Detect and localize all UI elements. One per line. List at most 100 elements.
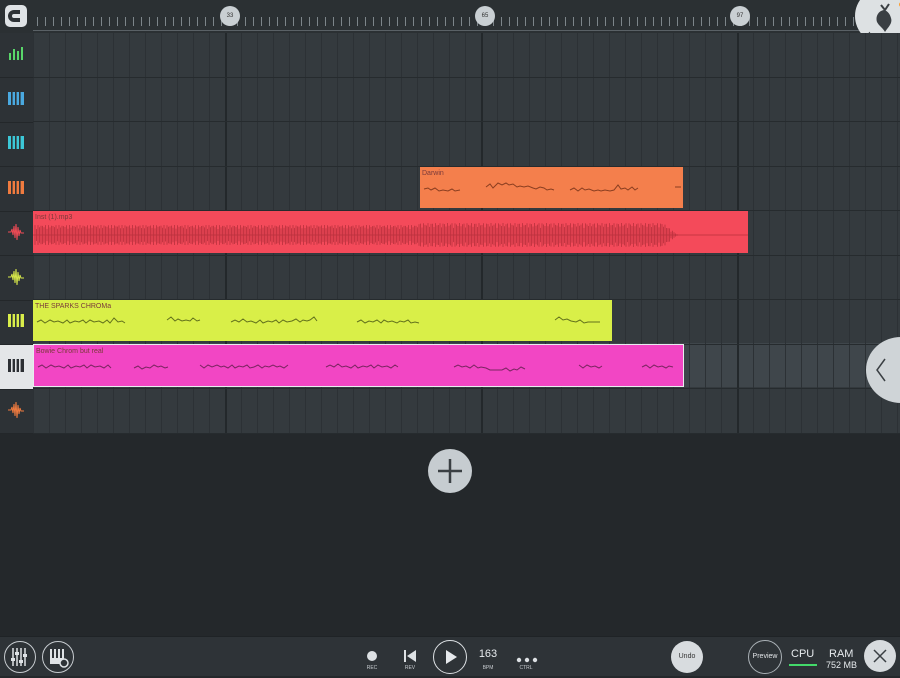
track-header[interactable] bbox=[0, 33, 33, 78]
track-header[interactable] bbox=[0, 167, 33, 212]
pattern-clip[interactable]: Darwin bbox=[420, 167, 683, 208]
ruler-tick bbox=[197, 17, 198, 26]
keys-settings-icon bbox=[50, 649, 69, 668]
ruler-tick bbox=[669, 17, 670, 26]
audio-waveform-icon bbox=[8, 401, 24, 419]
ruler-tick bbox=[645, 17, 646, 26]
skip-back-icon bbox=[404, 650, 416, 662]
add-track-button[interactable] bbox=[428, 449, 472, 493]
tempo-value[interactable]: 163 bbox=[472, 648, 504, 660]
track-header[interactable] bbox=[0, 122, 33, 167]
ruler-tick bbox=[277, 17, 278, 26]
timeline-ruler[interactable]: 33 65 97 bbox=[0, 0, 900, 33]
audio-waveform-icon bbox=[8, 268, 24, 285]
ruler-tick bbox=[469, 17, 470, 26]
plus-icon bbox=[438, 459, 462, 483]
ruler-tick bbox=[717, 17, 718, 26]
ruler-tick bbox=[613, 17, 614, 26]
ruler-tick bbox=[757, 17, 758, 26]
ruler-tick bbox=[365, 17, 366, 26]
ruler-tick bbox=[565, 17, 566, 26]
ruler-tick bbox=[509, 17, 510, 26]
more-controls-button[interactable] bbox=[516, 651, 538, 663]
ruler-tick bbox=[157, 17, 158, 26]
tempo-label: BPM bbox=[482, 665, 494, 671]
rewind-button[interactable] bbox=[403, 649, 417, 663]
ruler-tick bbox=[829, 17, 830, 26]
track-header[interactable] bbox=[0, 256, 33, 301]
ruler-tick bbox=[437, 17, 438, 26]
track-header[interactable] bbox=[0, 211, 33, 256]
close-button[interactable] bbox=[864, 640, 896, 672]
ruler-tick bbox=[789, 17, 790, 26]
mixer-button[interactable] bbox=[4, 641, 36, 673]
bar-marker[interactable]: 65 bbox=[475, 6, 495, 26]
ruler-tick bbox=[445, 17, 446, 26]
pattern-clip[interactable]: THE SPARKS CHROMa bbox=[33, 300, 612, 341]
ruler-tick bbox=[181, 17, 182, 26]
track-header[interactable] bbox=[0, 78, 33, 123]
ruler-tick bbox=[677, 17, 678, 26]
ruler-tick bbox=[309, 17, 310, 26]
ruler-tick bbox=[357, 17, 358, 26]
ruler-tick bbox=[189, 17, 190, 26]
ruler-tick bbox=[589, 17, 590, 26]
ruler-tick bbox=[381, 17, 382, 26]
ruler-tick bbox=[293, 17, 294, 26]
audio-clip[interactable]: Inst (1).mp3 bbox=[33, 211, 748, 253]
ellipsis-icon bbox=[516, 657, 538, 663]
record-button[interactable] bbox=[367, 651, 377, 661]
bar-marker[interactable]: 33 bbox=[220, 6, 240, 26]
play-icon bbox=[446, 650, 457, 664]
snap-magnet-button[interactable] bbox=[5, 5, 27, 27]
ruler-tick bbox=[621, 17, 622, 26]
bar-marker[interactable]: 97 bbox=[730, 6, 750, 26]
track-header[interactable] bbox=[0, 300, 33, 345]
ruler-tick bbox=[653, 17, 654, 26]
playlist-area[interactable]: Darwin Inst (1).mp3 THE SPARKS CHROMa Bo… bbox=[0, 33, 900, 434]
play-button[interactable] bbox=[433, 640, 467, 674]
grid-column-line bbox=[833, 33, 834, 433]
ram-label: RAM bbox=[829, 648, 854, 660]
ram-usage-value: 752 MB bbox=[826, 660, 858, 670]
ruler-tick bbox=[117, 17, 118, 26]
ruler-tick bbox=[461, 17, 462, 26]
record-label: REC bbox=[366, 665, 378, 671]
ruler-tick bbox=[53, 17, 54, 26]
ruler-tick bbox=[413, 17, 414, 26]
ruler-tick bbox=[205, 17, 206, 26]
piano-keys-icon bbox=[8, 358, 24, 372]
close-icon bbox=[873, 649, 887, 663]
pattern-clip-selected[interactable]: Bowie Chrom but real bbox=[33, 344, 684, 387]
ruler-tick bbox=[397, 17, 398, 26]
track-headers bbox=[0, 33, 33, 434]
channel-rack-button[interactable] bbox=[42, 641, 74, 673]
undo-button[interactable]: Undo bbox=[671, 641, 703, 673]
ruler-tick bbox=[45, 17, 46, 26]
mixer-sliders-icon bbox=[11, 648, 27, 666]
grid-column-line bbox=[849, 33, 850, 433]
clip-notes-preview bbox=[423, 182, 681, 192]
ruler-tick bbox=[389, 17, 390, 26]
ctrl-label: CTRL bbox=[519, 665, 533, 671]
ruler-tick bbox=[213, 17, 214, 26]
ruler-tick bbox=[245, 17, 246, 26]
ruler-tick bbox=[805, 17, 806, 26]
ruler-tick bbox=[797, 17, 798, 26]
chevron-left-icon bbox=[876, 358, 886, 382]
ruler-tick bbox=[325, 17, 326, 26]
ruler-tick bbox=[557, 17, 558, 26]
track-header[interactable] bbox=[0, 344, 33, 390]
audio-waveform-icon bbox=[8, 223, 24, 241]
ruler-tick bbox=[405, 17, 406, 26]
track-header[interactable] bbox=[0, 389, 33, 434]
ruler-baseline bbox=[33, 30, 900, 31]
ruler-tick bbox=[109, 17, 110, 26]
grid-row-line bbox=[33, 388, 900, 389]
grid-column-line bbox=[769, 33, 770, 433]
preview-button[interactable]: Preview bbox=[748, 640, 782, 674]
grid-column-line bbox=[785, 33, 786, 433]
ruler-tick bbox=[133, 17, 134, 26]
ruler-tick bbox=[93, 17, 94, 26]
ruler-tick bbox=[141, 17, 142, 26]
